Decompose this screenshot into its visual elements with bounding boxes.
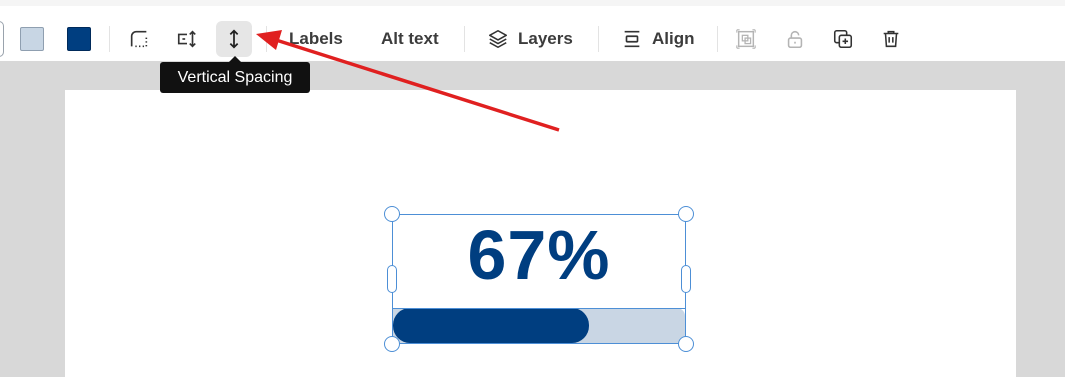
tooltip-text: Vertical Spacing bbox=[177, 68, 293, 86]
align-label: Align bbox=[652, 29, 695, 48]
align-button[interactable]: Align bbox=[621, 21, 695, 57]
dotted-corner-icon bbox=[130, 30, 148, 48]
trash-icon bbox=[883, 30, 899, 48]
toolbar-divider bbox=[717, 26, 718, 52]
align-icon bbox=[624, 30, 640, 48]
resize-handle-right[interactable] bbox=[681, 265, 691, 293]
layers-label: Layers bbox=[518, 29, 573, 48]
alt-text-label: Alt text bbox=[381, 29, 439, 48]
editor-page: Labels Alt text Layers Align 67% Vertica… bbox=[0, 0, 1065, 377]
duplicate-button[interactable] bbox=[825, 21, 861, 57]
border-style-button[interactable] bbox=[121, 21, 157, 57]
previous-swatch[interactable] bbox=[0, 21, 4, 57]
toolbar: Labels Alt text Layers Align bbox=[0, 0, 1065, 61]
group-icon bbox=[736, 29, 756, 49]
resize-handle-top-left[interactable] bbox=[384, 206, 400, 222]
horizontal-spacing-button[interactable] bbox=[169, 21, 205, 57]
labels-button[interactable]: Labels bbox=[289, 21, 343, 57]
selection-box bbox=[392, 214, 686, 344]
toolbar-divider bbox=[266, 26, 267, 52]
resize-handle-top-right[interactable] bbox=[678, 206, 694, 222]
vertical-spacing-icon bbox=[229, 29, 239, 49]
toolbar-divider bbox=[464, 26, 465, 52]
alt-text-button[interactable]: Alt text bbox=[381, 21, 439, 57]
resize-handle-left[interactable] bbox=[387, 265, 397, 293]
selection-divider bbox=[392, 308, 686, 309]
dark-color-swatch[interactable] bbox=[67, 27, 91, 51]
labels-label: Labels bbox=[289, 29, 343, 48]
vertical-spacing-tooltip: Vertical Spacing bbox=[160, 56, 310, 93]
layers-button[interactable]: Layers bbox=[487, 21, 573, 57]
light-color-swatch[interactable] bbox=[20, 27, 44, 51]
resize-handle-bottom-right[interactable] bbox=[678, 336, 694, 352]
horizontal-spacing-icon bbox=[177, 30, 196, 48]
layers-icon bbox=[488, 29, 508, 49]
unlock-icon bbox=[787, 30, 803, 49]
lock-button[interactable] bbox=[777, 21, 813, 57]
delete-button[interactable] bbox=[873, 21, 909, 57]
group-button[interactable] bbox=[728, 21, 764, 57]
duplicate-icon bbox=[833, 29, 853, 49]
resize-handle-bottom-left[interactable] bbox=[384, 336, 400, 352]
toolbar-divider bbox=[109, 26, 110, 52]
toolbar-divider bbox=[598, 26, 599, 52]
vertical-spacing-button[interactable] bbox=[216, 21, 252, 57]
